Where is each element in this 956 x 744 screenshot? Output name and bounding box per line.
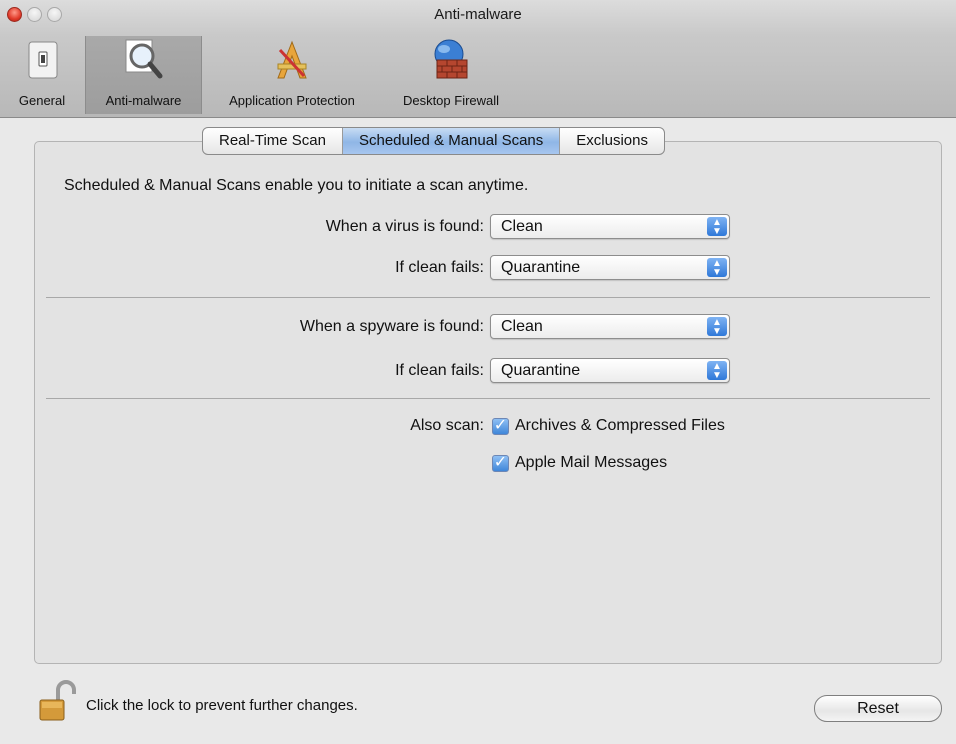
window-title: Anti-malware — [434, 6, 522, 23]
app-protection-icon — [277, 40, 307, 79]
preferences-window: Anti-malware General Anti-malware Applic… — [0, 0, 956, 744]
toolbar-label-application-protection: Application Protection — [229, 93, 355, 108]
reset-button[interactable]: Reset — [814, 695, 942, 722]
virus-fail-action-value: Quarantine — [501, 259, 581, 276]
section-divider — [46, 297, 930, 298]
magnifier-icon — [125, 39, 162, 79]
content-panel — [34, 141, 942, 664]
tab-scheduled-manual-scans[interactable]: Scheduled & Manual Scans — [342, 128, 561, 154]
section-divider — [46, 398, 930, 399]
virus-action-value: Clean — [501, 218, 543, 235]
virus-clean-fails-label: If clean fails: — [395, 259, 484, 276]
popup-arrows-icon: ▲ ▼ — [707, 317, 727, 337]
archives-checkbox[interactable]: ✓ — [492, 418, 509, 435]
apple-mail-checkbox-label[interactable]: Apple Mail Messages — [515, 454, 667, 472]
spyware-action-value: Clean — [501, 318, 543, 335]
toolbar-label-anti-malware: Anti-malware — [105, 93, 182, 108]
intro-text: Scheduled & Manual Scans enable you to i… — [64, 177, 529, 194]
archives-checkbox-label[interactable]: Archives & Compressed Files — [515, 417, 725, 435]
also-scan-label: Also scan: — [410, 417, 484, 434]
toolbar-item-anti-malware[interactable]: Anti-malware — [85, 36, 202, 114]
toolbar-label-desktop-firewall: Desktop Firewall — [402, 93, 500, 108]
tab-exclusions[interactable]: Exclusions — [560, 128, 664, 154]
lock-icon[interactable] — [38, 680, 76, 724]
toolbar-item-application-protection[interactable]: Application Protection — [203, 36, 381, 114]
virus-found-label: When a virus is found: — [325, 218, 484, 235]
tab-real-time-scan[interactable]: Real-Time Scan — [203, 128, 343, 154]
spyware-fail-action-value: Quarantine — [501, 362, 581, 379]
apple-mail-checkbox[interactable]: ✓ — [492, 455, 509, 472]
spyware-fail-action-popup[interactable]: Quarantine ▲ ▼ — [490, 358, 730, 383]
popup-arrows-icon: ▲ ▼ — [707, 361, 727, 381]
spyware-found-label: When a spyware is found: — [299, 318, 484, 335]
virus-fail-action-popup[interactable]: Quarantine ▲ ▼ — [490, 255, 730, 280]
popup-arrows-icon: ▲ ▼ — [707, 258, 727, 278]
popup-arrows-icon: ▲ ▼ — [707, 217, 727, 237]
toolbar-item-general[interactable]: General — [0, 36, 84, 114]
tab-bar: Real-Time Scan Scheduled & Manual Scans … — [202, 127, 665, 155]
toolbar-item-desktop-firewall[interactable]: Desktop Firewall — [381, 36, 521, 114]
toolbar-label-general: General — [18, 93, 66, 108]
spyware-action-popup[interactable]: Clean ▲ ▼ — [490, 314, 730, 339]
lock-message: Click the lock to prevent further change… — [86, 697, 358, 714]
spyware-clean-fails-label: If clean fails: — [395, 362, 484, 379]
globe-firewall-icon — [434, 39, 468, 79]
switch-icon — [28, 41, 58, 79]
title-bar: Anti-malware General Anti-malware Applic… — [0, 0, 956, 118]
virus-action-popup[interactable]: Clean ▲ ▼ — [490, 214, 730, 239]
